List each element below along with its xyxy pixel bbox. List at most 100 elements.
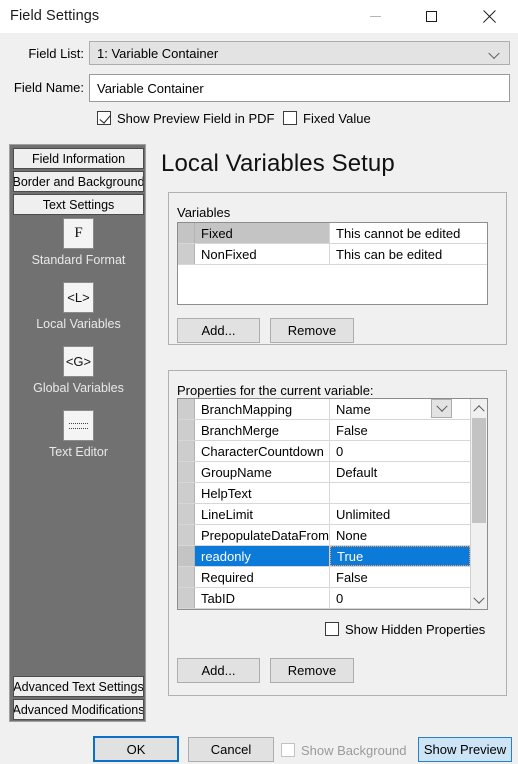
checkbox-icon — [283, 111, 297, 125]
add-variable-button[interactable]: Add... — [177, 318, 260, 343]
property-name-cell[interactable]: BranchMapping — [195, 399, 330, 419]
show-hidden-properties-checkbox[interactable]: Show Hidden Properties — [325, 620, 485, 638]
table-row[interactable]: TabID 0 — [178, 588, 470, 609]
maximize-button[interactable] — [408, 0, 454, 33]
property-value-cell[interactable]: False — [330, 420, 470, 440]
property-value-cell[interactable]: None — [330, 525, 470, 545]
fixed-value-checkbox[interactable]: Fixed Value — [283, 109, 371, 127]
fixed-value-label: Fixed Value — [303, 110, 371, 126]
table-row[interactable]: CharacterCountdown 0 — [178, 441, 470, 462]
sidebar-tab-text-settings[interactable]: Text Settings — [13, 194, 144, 215]
scroll-up-button[interactable] — [471, 399, 487, 416]
table-row[interactable]: Required False — [178, 567, 470, 588]
show-hidden-properties-label: Show Hidden Properties — [345, 621, 486, 637]
table-row[interactable]: HelpText — [178, 483, 470, 504]
icon-glyph: <L> — [67, 290, 90, 305]
table-row[interactable]: BranchMerge False — [178, 420, 470, 441]
table-row[interactable]: PrepopulateDataFrom None — [178, 525, 470, 546]
table-row-selected[interactable]: readonly True — [178, 399, 470, 567]
row-gutter — [178, 546, 195, 566]
field-list-value: 1: Variable Container — [97, 45, 219, 61]
table-row[interactable]: BranchMapping Name — [178, 399, 470, 420]
property-value-editor[interactable]: True — [330, 546, 470, 566]
show-preview-field-checkbox[interactable]: Show Preview Field in PDF — [97, 109, 275, 127]
sidebar-tab-label: Advanced Text Settings — [13, 679, 144, 694]
remove-property-button[interactable]: Remove — [270, 658, 354, 683]
sidebar: Field Information Border and Background … — [9, 144, 146, 722]
property-name-cell[interactable]: LineLimit — [195, 504, 330, 524]
sidebar-tab-advanced-modifications[interactable]: Advanced Modifications — [13, 699, 144, 720]
variable-value-cell[interactable]: This cannot be edited — [330, 223, 487, 243]
page-title: Local Variables Setup — [161, 150, 395, 177]
field-settings-dialog: Field Settings Field List: 1: Variable C… — [0, 0, 518, 764]
sidebar-item-local-variables[interactable]: <L> Local Variables — [10, 282, 145, 331]
property-value-cell[interactable]: Default — [330, 462, 470, 482]
ok-button[interactable]: OK — [93, 736, 179, 762]
variable-name-cell[interactable]: NonFixed — [195, 244, 330, 264]
properties-rows: BranchMapping Name BranchMerge False Cha… — [178, 399, 470, 609]
property-value-cell[interactable]: False — [330, 567, 470, 587]
property-value-cell[interactable]: 0 — [330, 588, 470, 608]
checkbox-icon — [281, 743, 295, 757]
chevron-up-icon — [473, 404, 485, 416]
button-label: Cancel — [210, 742, 252, 757]
remove-variable-button[interactable]: Remove — [270, 318, 354, 343]
cancel-button[interactable]: Cancel — [188, 737, 274, 762]
sidebar-tab-field-information[interactable]: Field Information — [13, 148, 144, 169]
variable-name-cell[interactable]: Fixed — [195, 223, 330, 243]
properties-scrollbar[interactable] — [470, 399, 487, 609]
variables-table[interactable]: Fixed This cannot be edited NonFixed Thi… — [177, 222, 488, 305]
checkbox-icon — [325, 622, 339, 636]
icon-glyph: <G> — [65, 354, 92, 369]
minimize-icon — [369, 16, 381, 17]
window-title: Field Settings — [10, 8, 100, 24]
property-name-cell[interactable]: BranchMerge — [195, 420, 330, 440]
text-editor-icon — [63, 410, 94, 441]
properties-caption: Properties for the current variable: — [177, 383, 374, 398]
property-name-cell[interactable]: readonly — [195, 546, 330, 566]
close-icon — [482, 10, 496, 24]
button-label: Show Preview — [423, 742, 507, 757]
sidebar-tab-advanced-text-settings[interactable]: Advanced Text Settings — [13, 676, 144, 697]
row-gutter — [178, 462, 195, 482]
property-name-cell[interactable]: HelpText — [195, 483, 330, 503]
scrollbar-thumb[interactable] — [472, 418, 486, 523]
sidebar-tab-label: Advanced Modifications — [13, 702, 144, 717]
table-row[interactable]: LineLimit Unlimited — [178, 504, 470, 525]
add-property-button[interactable]: Add... — [177, 658, 260, 683]
show-preview-button[interactable]: Show Preview — [418, 737, 512, 762]
property-name-cell[interactable]: PrepopulateDataFrom — [195, 525, 330, 545]
property-name-cell[interactable]: GroupName — [195, 462, 330, 482]
property-name-cell[interactable]: Required — [195, 567, 330, 587]
global-variables-icon: <G> — [63, 346, 94, 377]
sidebar-item-text-editor[interactable]: Text Editor — [10, 410, 145, 459]
field-list-label: Field List: — [28, 46, 84, 61]
field-name-input[interactable]: Variable Container — [89, 74, 510, 102]
sidebar-item-global-variables[interactable]: <G> Global Variables — [10, 346, 145, 395]
property-value-cell[interactable]: 0 — [330, 441, 470, 461]
icon-glyph: F — [74, 225, 83, 241]
property-name-cell[interactable]: TabID — [195, 588, 330, 608]
show-background-label: Show Background — [301, 742, 407, 758]
property-value-cell[interactable] — [330, 483, 470, 503]
table-row[interactable]: GroupName Default — [178, 462, 470, 483]
sidebar-tab-border-and-background[interactable]: Border and Background — [13, 171, 144, 192]
sidebar-item-standard-format[interactable]: F Standard Format — [10, 218, 145, 267]
minimize-button[interactable] — [352, 0, 398, 33]
maximize-icon — [425, 11, 437, 22]
button-label: OK — [126, 741, 146, 757]
property-value-cell[interactable]: Unlimited — [330, 504, 470, 524]
properties-table[interactable]: BranchMapping Name BranchMerge False Cha… — [177, 398, 488, 610]
close-button[interactable] — [466, 0, 512, 33]
sidebar-item-label: Text Editor — [48, 445, 109, 459]
show-background-checkbox: Show Background — [281, 741, 407, 759]
row-gutter — [178, 567, 195, 587]
row-gutter — [178, 244, 195, 264]
field-list-select[interactable]: 1: Variable Container — [89, 41, 510, 65]
table-row[interactable]: Fixed This cannot be edited — [178, 223, 487, 244]
property-value-dropdown-button[interactable] — [431, 399, 452, 418]
scroll-down-button[interactable] — [471, 592, 487, 609]
property-name-cell[interactable]: CharacterCountdown — [195, 441, 330, 461]
table-row[interactable]: NonFixed This can be edited — [178, 244, 487, 265]
variable-value-cell[interactable]: This can be edited — [330, 244, 487, 264]
